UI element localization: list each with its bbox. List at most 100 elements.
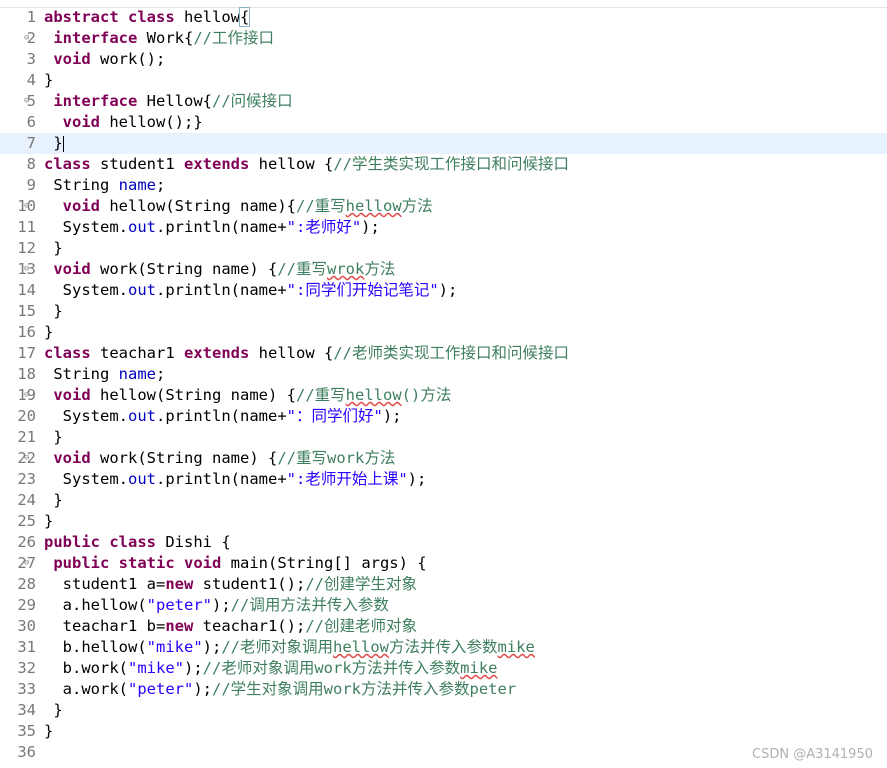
code-line[interactable]: 9 String name; bbox=[0, 175, 887, 196]
code-text: public class Dishi { bbox=[44, 532, 231, 553]
code-token: 方法并传入参数 bbox=[389, 638, 498, 656]
code-line[interactable]: 21 } bbox=[0, 427, 887, 448]
code-line[interactable]: 33 a.work("peter");//学生对象调用work方法并传入参数pe… bbox=[0, 679, 887, 700]
code-line[interactable]: 34 } bbox=[0, 700, 887, 721]
line-number: 24 bbox=[17, 491, 36, 509]
code-line[interactable]: 14 System.out.println(name+":同学们开始记笔记"); bbox=[0, 280, 887, 301]
code-line[interactable]: 26 public class Dishi { bbox=[0, 532, 887, 553]
code-token: name bbox=[118, 176, 156, 194]
code-line[interactable]: 11 System.out.println(name+":老师好"); bbox=[0, 217, 887, 238]
code-token: Work{ bbox=[146, 29, 194, 47]
code-token: System. bbox=[44, 470, 128, 488]
line-number: 29 bbox=[17, 596, 36, 614]
code-line[interactable]: 5 ⊖ interface Hellow{//问候接口 bbox=[0, 91, 887, 112]
code-token: .println(name+ bbox=[156, 407, 287, 425]
line-number: 26 bbox=[17, 533, 36, 551]
code-token: public bbox=[44, 533, 110, 551]
code-line[interactable]: 28 student1 a=new student1();//创建学生对象 bbox=[0, 574, 887, 595]
code-text: } bbox=[44, 70, 53, 91]
fold-toggle-icon[interactable]: ⊖ bbox=[24, 448, 36, 469]
fold-toggle-icon[interactable]: ⊖ bbox=[24, 385, 36, 406]
fold-toggle-icon[interactable]: ⊖ bbox=[24, 259, 36, 280]
code-text: public static void main(String[] args) { bbox=[44, 553, 426, 574]
text-caret bbox=[62, 135, 64, 152]
code-line[interactable]: 20 System.out.println(name+"：同学们好"); bbox=[0, 406, 887, 427]
code-token: //学生类实现工作接口和问候接口 bbox=[333, 155, 569, 173]
code-line[interactable]: 15 } bbox=[0, 301, 887, 322]
code-token: "mike" bbox=[128, 659, 184, 677]
code-token: //调用方法并传入参数 bbox=[230, 596, 389, 614]
line-number: 30 bbox=[17, 617, 36, 635]
code-token: //创建老师对象 bbox=[305, 617, 417, 635]
code-token: ; bbox=[155, 176, 166, 194]
code-line[interactable]: 24 } bbox=[0, 490, 887, 511]
code-text: a.hellow("peter");//调用方法并传入参数 bbox=[44, 595, 389, 616]
line-number: 23 bbox=[17, 470, 36, 488]
code-line[interactable]: 6 void hellow();} bbox=[0, 112, 887, 133]
code-text: class student1 extends hellow {//学生类实现工作… bbox=[44, 154, 569, 175]
code-line[interactable]: 12 } bbox=[0, 238, 887, 259]
fold-toggle-icon[interactable]: ⊖ bbox=[24, 553, 36, 574]
code-line[interactable]: 22 ⊖ void work(String name) {//重写work方法 bbox=[0, 448, 887, 469]
fold-toggle-icon[interactable]: ⊖ bbox=[24, 196, 36, 217]
code-token: hellow(String name) { bbox=[100, 386, 296, 404]
code-line[interactable]: 31 b.hellow("mike");//老师对象调用hellow方法并传入参… bbox=[0, 637, 887, 658]
code-line[interactable]: 7 } bbox=[0, 133, 887, 154]
code-token: ()方法 bbox=[401, 386, 452, 404]
code-token: class bbox=[44, 155, 100, 173]
code-text: void work(String name) {//重写wrok方法 bbox=[44, 259, 395, 280]
code-line[interactable]: 19 ⊖ void hellow(String name) {//重写hellow… bbox=[0, 385, 887, 406]
code-line[interactable]: 1 abstract class hellow{ bbox=[0, 7, 887, 28]
code-line[interactable]: 8 class student1 extends hellow {//学生类实现工… bbox=[0, 154, 887, 175]
code-line[interactable]: 23 System.out.println(name+":老师开始上课"); bbox=[0, 469, 887, 490]
line-number: 6 bbox=[26, 113, 36, 131]
code-line[interactable]: 35} bbox=[0, 721, 887, 742]
code-line[interactable]: 16} bbox=[0, 322, 887, 343]
code-line[interactable]: 3 void work(); bbox=[0, 49, 887, 70]
code-token: String bbox=[44, 365, 119, 383]
code-line[interactable]: 4} bbox=[0, 70, 887, 91]
fold-toggle-icon[interactable]: ⊖ bbox=[24, 28, 36, 49]
code-line[interactable]: 17 class teachar1 extends hellow {//老师类实现… bbox=[0, 343, 887, 364]
code-token: ); bbox=[202, 638, 222, 656]
code-text: void hellow();} bbox=[44, 112, 203, 133]
line-number: 12 bbox=[17, 239, 36, 257]
code-token: hellow(String name){ bbox=[109, 197, 296, 215]
code-token: ":老师开始上课" bbox=[286, 470, 408, 488]
code-line[interactable]: 13 ⊖ void work(String name) {//重写wrok方法 bbox=[0, 259, 887, 280]
code-token: ; bbox=[155, 365, 166, 383]
code-token: //重写 bbox=[295, 386, 346, 404]
code-token: a.work( bbox=[44, 680, 128, 698]
code-text: b.work("mike");//老师对象调用work方法并传入参数mike bbox=[44, 658, 498, 679]
code-text: System.out.println(name+"：同学们好"); bbox=[44, 406, 402, 427]
code-token: hellow bbox=[333, 638, 389, 656]
line-number: 25 bbox=[17, 512, 36, 530]
line-number: 15 bbox=[17, 302, 36, 320]
code-line[interactable]: 32 b.work("mike");//老师对象调用work方法并传入参数mik… bbox=[0, 658, 887, 679]
code-line[interactable]: 18 String name; bbox=[0, 364, 887, 385]
code-token: ); bbox=[382, 407, 402, 425]
fold-toggle-icon[interactable]: ⊖ bbox=[24, 91, 36, 112]
code-token: //工作接口 bbox=[193, 29, 275, 47]
code-line[interactable]: 2 ⊖ interface Work{//工作接口 bbox=[0, 28, 887, 49]
code-line[interactable]: 29 a.hellow("peter");//调用方法并传入参数 bbox=[0, 595, 887, 616]
code-line[interactable]: 27 ⊖ public static void main(String[] arg… bbox=[0, 553, 887, 574]
code-editor[interactable]: 1 abstract class hellow{2 ⊖ interface Work… bbox=[0, 7, 887, 763]
code-token: ); bbox=[193, 680, 212, 698]
code-line[interactable]: 30 teachar1 b=new teachar1();//创建老师对象 bbox=[0, 616, 887, 637]
line-number: 7 bbox=[26, 134, 36, 152]
code-token: } bbox=[44, 323, 54, 341]
line-number: 32 bbox=[17, 659, 36, 677]
code-token: ":同学们开始记笔记" bbox=[286, 281, 439, 299]
code-text: } bbox=[44, 427, 62, 448]
code-token: abstract bbox=[44, 8, 128, 26]
code-token: } bbox=[44, 134, 63, 152]
code-token: } bbox=[44, 239, 63, 257]
code-line[interactable]: 10 ⊖ void hellow(String name){//重写hellow方… bbox=[0, 196, 887, 217]
line-number: 21 bbox=[17, 428, 36, 446]
code-token: hellow();} bbox=[109, 113, 203, 131]
line-number: 17 bbox=[17, 344, 36, 362]
code-line[interactable]: 25} bbox=[0, 511, 887, 532]
code-token: interface bbox=[53, 29, 147, 47]
code-token: Hellow{ bbox=[146, 92, 212, 110]
